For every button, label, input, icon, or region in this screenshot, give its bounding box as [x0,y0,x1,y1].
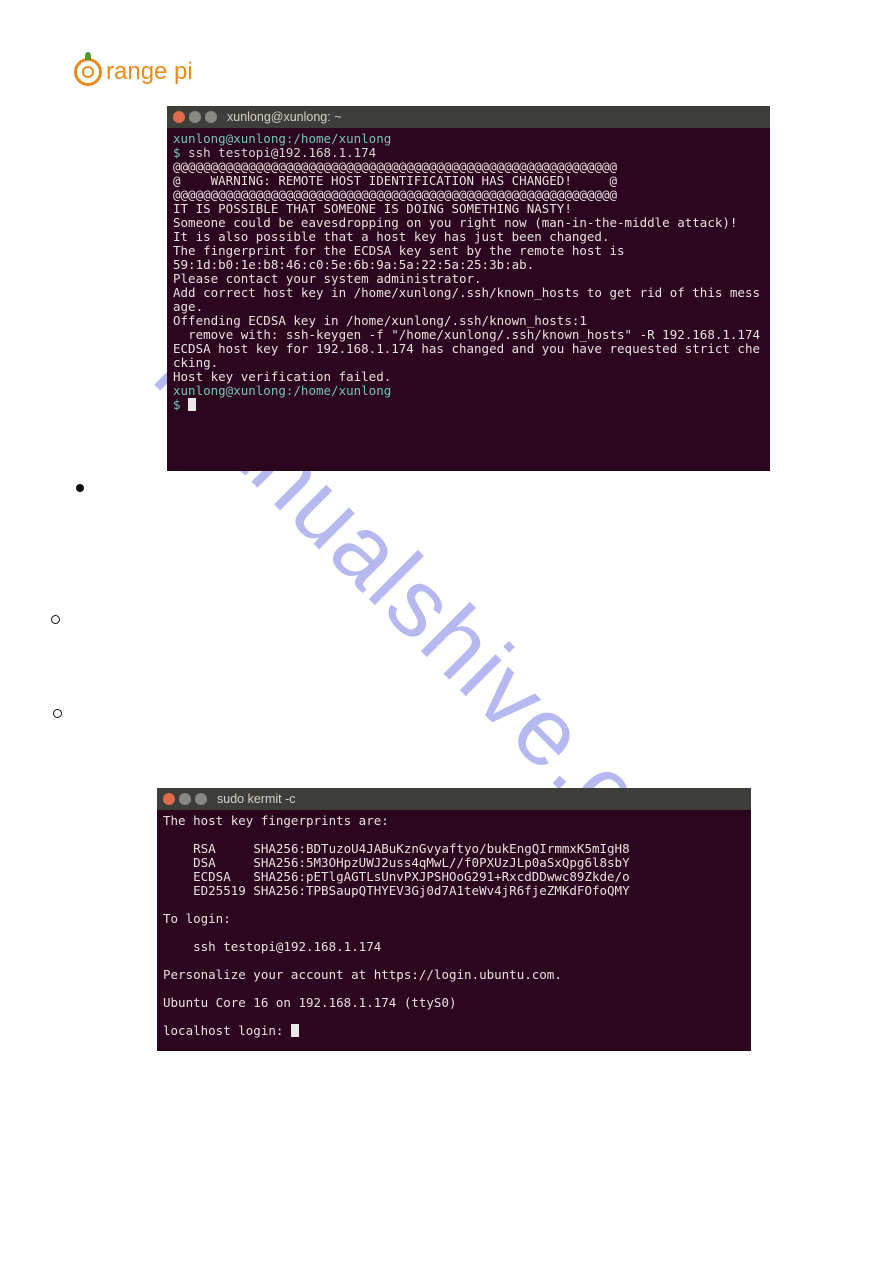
line-admin: Please contact your system administrator… [173,271,482,286]
maximize-icon [195,793,207,805]
orange-pi-icon [74,58,102,86]
bullet-hollow [53,709,62,718]
orange-pi-logo: range pi [74,58,193,86]
terminal-body: xunlong@xunlong:/home/xunlong $ ssh test… [167,128,770,418]
close-icon [163,793,175,805]
line-off: Offending ECDSA key in /home/xunlong/.ss… [173,313,587,328]
line-nasty: IT IS POSSIBLE THAT SOMEONE IS DOING SOM… [173,201,572,216]
terminal-titlebar: sudo kermit -c [157,788,751,810]
warn-sep: @@@@@@@@@@@@@@@@@@@@@@@@@@@@@@@@@@@@@@@@… [173,159,617,174]
prompt-path2: xunlong@xunlong:/home/xunlong [173,383,391,398]
personalize: Personalize your account at https://logi… [163,967,562,982]
orange-pi-wordmark: range pi [106,58,193,86]
warn-sep2: @@@@@@@@@@@@@@@@@@@@@@@@@@@@@@@@@@@@@@@@… [173,187,617,202]
minimize-icon [189,111,201,123]
cursor-icon [291,1024,299,1037]
terminal-titlebar: xunlong@xunlong: ~ [167,106,770,128]
line-fp2: 59:1d:b0:1e:b8:46:c0:5e:6b:9a:5a:22:5a:2… [173,257,534,272]
bullet-hollow [51,615,60,624]
bullet-solid [76,484,84,492]
maximize-icon [205,111,217,123]
line-fail: Host key verification failed. [173,369,391,384]
cursor-icon [188,398,196,411]
terminal-screenshot-ssh-warning: xunlong@xunlong: ~ xunlong@xunlong:/home… [167,106,770,471]
minimize-icon [179,793,191,805]
terminal-screenshot-kermit: sudo kermit -c The host key fingerprints… [157,788,751,1051]
line-fp1: The fingerprint for the ECDSA key sent b… [173,243,625,258]
close-icon [173,111,185,123]
line-add: Add correct host key in /home/xunlong/.s… [173,285,760,314]
localhost-login: localhost login: [163,1023,291,1038]
ed25519-line: ED25519 SHA256:TPBSaupQTHYEV3Gj0d7A1teWv… [163,883,630,898]
prompt-path: xunlong@xunlong:/home/xunlong [173,131,391,146]
ecdsa-line: ECDSA SHA256:pETlgAGTLsUnvPXJPSHOoG291+R… [163,869,630,884]
line-also: It is also possible that a host key has … [173,229,610,244]
ssh-login: ssh testopi@192.168.1.174 [163,939,381,954]
line-remove: remove with: ssh-keygen -f "/home/xunlon… [173,327,760,342]
prompt-symbol2: $ [173,397,188,412]
dsa-line: DSA SHA256:5M3OHpzUWJ2uss4qMwL//f0PXUzJL… [163,855,630,870]
terminal-body: The host key fingerprints are: RSA SHA25… [157,810,751,1044]
line-eaves: Someone could be eavesdropping on you ri… [173,215,737,230]
prompt-symbol: $ [173,145,188,160]
ssh-command: ssh testopi@192.168.1.174 [188,145,376,160]
ubuntu-core: Ubuntu Core 16 on 192.168.1.174 (ttyS0) [163,995,457,1010]
fp-are: The host key fingerprints are: [163,813,389,828]
line-changed: ECDSA host key for 192.168.1.174 has cha… [173,341,760,370]
terminal-title: sudo kermit -c [217,792,296,806]
warn-line: @ WARNING: REMOTE HOST IDENTIFICATION HA… [173,173,617,188]
terminal-title: xunlong@xunlong: ~ [227,110,342,124]
rsa-line: RSA SHA256:BDTuzoU4JABuKznGvyaftyo/bukEn… [163,841,630,856]
to-login: To login: [163,911,231,926]
